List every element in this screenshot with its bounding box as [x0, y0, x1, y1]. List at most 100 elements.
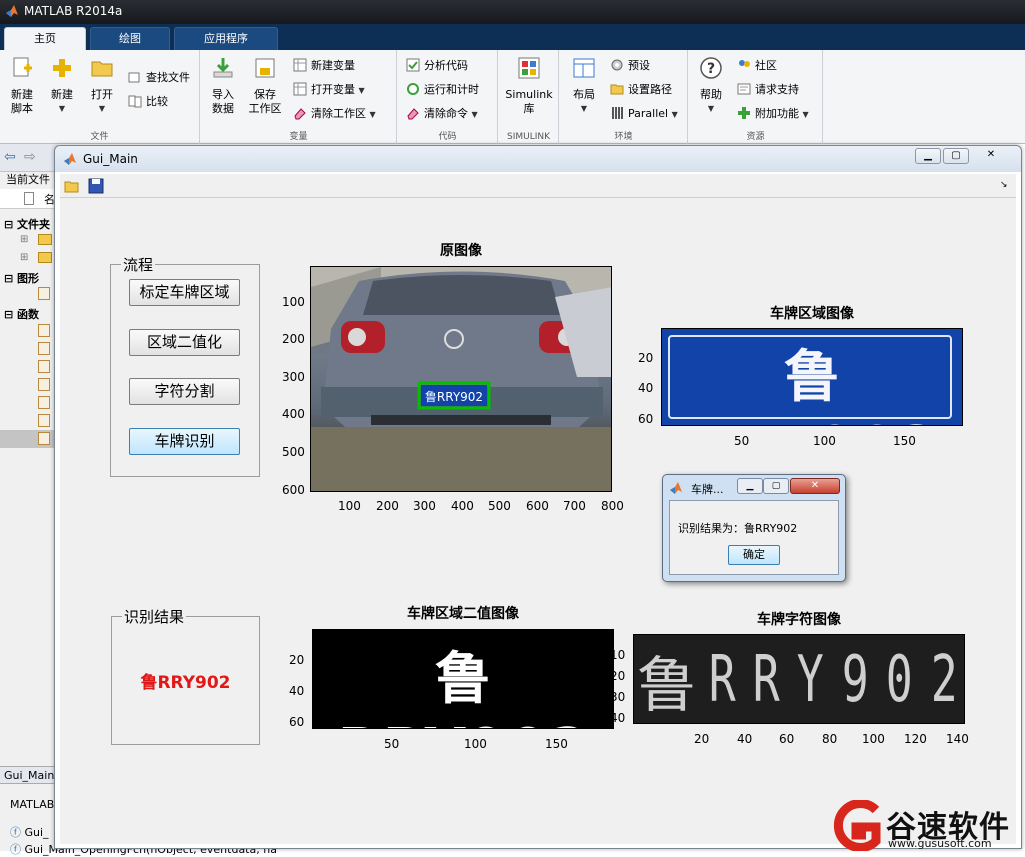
- addons-button[interactable]: 附加功能 ▼: [737, 104, 809, 124]
- gear-icon: [611, 59, 623, 71]
- m-file-icon[interactable]: [38, 378, 50, 391]
- dialog-minimize-button[interactable]: ▁: [737, 478, 763, 494]
- chevron-down-icon: ▼: [802, 110, 809, 119]
- functions-section[interactable]: ⊟ 函数: [4, 306, 39, 322]
- tab-home[interactable]: 主页: [4, 27, 86, 50]
- m-file-icon[interactable]: [38, 324, 50, 337]
- tab-plots[interactable]: 绘图: [90, 27, 170, 50]
- new-variable-button[interactable]: 新建变量: [293, 56, 355, 76]
- recognize-button[interactable]: 车牌识别: [129, 428, 240, 455]
- xtick: 60: [779, 732, 795, 746]
- community-icon: [739, 60, 750, 67]
- chars-image: 鲁 R R Y 9 0 2: [633, 634, 965, 724]
- chevron-down-icon: ▼: [369, 110, 376, 119]
- maximize-button[interactable]: ▢: [943, 148, 969, 164]
- simulink-library-button[interactable]: Simulink 库: [505, 56, 553, 116]
- group-simulink: Simulink 库 SIMULINK: [499, 50, 559, 144]
- dialog-ok-button[interactable]: 确定: [728, 545, 780, 565]
- xtick: 400: [451, 499, 474, 513]
- group-variable: 导入 数据 保存 工作区 新建变量 打开变量 ▼ 清除工作区 ▼ 变量: [201, 50, 397, 144]
- app-title: MATLAB R2014a: [24, 4, 123, 18]
- m-file-icon[interactable]: [38, 342, 50, 355]
- open-variable-label: 打开变量: [311, 83, 355, 96]
- plate-image: 鲁RRY902: [661, 328, 963, 426]
- new-button[interactable]: 新建 ▼: [42, 56, 82, 116]
- details-header: Gui_Main: [0, 766, 58, 784]
- find-files-button[interactable]: 查找文件: [128, 68, 190, 88]
- xtick: 100: [862, 732, 885, 746]
- clear-commands-button[interactable]: 清除命令 ▼: [406, 104, 478, 124]
- help-button[interactable]: ? 帮助 ▼: [691, 56, 731, 116]
- request-support-button[interactable]: 请求支持: [737, 80, 799, 100]
- matlab-logo-icon: [6, 5, 18, 17]
- clear-workspace-label: 清除工作区: [311, 107, 366, 120]
- binary-plate-text: 鲁RRY902: [338, 647, 589, 728]
- char-glyph: 2: [930, 643, 958, 717]
- binarize-button[interactable]: 区域二值化: [129, 329, 240, 356]
- group-label: 变量: [289, 132, 308, 142]
- m-file-icon[interactable]: [38, 432, 50, 445]
- folder-icon[interactable]: [38, 234, 52, 245]
- minimize-button[interactable]: ▁: [915, 148, 941, 164]
- current-folder-panel: ⇦ ⇨ 当前文件 名 ⊟ 文件夹 ⊞ ⊞ ⊟ 图形 ⊟ 函数 Gui_Main …: [0, 144, 277, 856]
- preferences-button[interactable]: 预设: [610, 56, 650, 76]
- community-button[interactable]: 社区: [737, 56, 777, 76]
- clear-workspace-button[interactable]: 清除工作区 ▼: [293, 104, 376, 124]
- run-time-label: 运行和计时: [424, 83, 479, 96]
- xtick: 500: [488, 499, 511, 513]
- new-script-button[interactable]: 新建 脚本: [2, 56, 42, 116]
- open-variable-button[interactable]: 打开变量 ▼: [293, 80, 365, 100]
- dock-arrow-icon[interactable]: ↘: [1000, 180, 1008, 190]
- chars-axes-title: 车牌字符图像: [757, 612, 841, 628]
- import-label: 导入 数据: [212, 88, 234, 115]
- open-label: 打开: [91, 88, 113, 101]
- dialog-title: 车牌...: [691, 483, 724, 496]
- plate-axes-title: 车牌区域图像: [770, 306, 854, 322]
- chevron-down-icon: ▼: [58, 104, 66, 113]
- save-icon[interactable]: [88, 178, 104, 194]
- m-file-icon[interactable]: [38, 396, 50, 409]
- segment-chars-button[interactable]: 字符分割: [129, 378, 240, 405]
- svg-text:?: ?: [707, 61, 715, 77]
- close-button[interactable]: ✕: [971, 148, 1011, 164]
- analyze-code-button[interactable]: 分析代码: [406, 56, 468, 76]
- gui-title: Gui_Main: [83, 152, 138, 166]
- open-folder-icon[interactable]: [64, 178, 80, 194]
- folder-section[interactable]: ⊟ 文件夹: [4, 216, 50, 232]
- preferences-label: 预设: [628, 59, 650, 72]
- simulink-icon: [518, 57, 540, 79]
- save-workspace-button[interactable]: 保存 工作区: [245, 56, 285, 116]
- open-button[interactable]: 打开 ▼: [82, 56, 122, 116]
- plus-icon: [53, 59, 71, 77]
- function-item[interactable]: ⓕ Gui_: [10, 824, 49, 840]
- process-panel-title: 流程: [121, 254, 156, 275]
- xtick: 100: [813, 434, 836, 448]
- char-glyph: 9: [841, 643, 869, 717]
- import-data-button[interactable]: 导入 数据: [203, 56, 243, 116]
- matlab-logo-icon: [64, 153, 76, 165]
- compare-label: 比较: [146, 95, 168, 108]
- figures-section[interactable]: ⊟ 图形: [4, 270, 39, 286]
- original-image: 鲁RRY902: [310, 266, 612, 492]
- dialog-close-button[interactable]: ✕: [790, 478, 840, 494]
- compare-button[interactable]: 比较: [128, 92, 168, 112]
- run-and-time-button[interactable]: 运行和计时: [406, 80, 479, 100]
- folder-icon[interactable]: [38, 252, 52, 263]
- locate-plate-button[interactable]: 标定车牌区域: [129, 279, 240, 306]
- set-path-button[interactable]: 设置路径: [610, 80, 672, 100]
- forward-arrow-icon[interactable]: ⇨: [24, 149, 36, 165]
- layout-button[interactable]: 布局 ▼: [564, 56, 604, 116]
- back-arrow-icon[interactable]: ⇦: [4, 149, 16, 165]
- ytick: 40: [610, 711, 626, 725]
- figures-section-label: 图形: [17, 272, 40, 285]
- dialog-maximize-button[interactable]: ▢: [763, 478, 789, 494]
- char-glyph: R: [752, 643, 780, 717]
- parallel-button[interactable]: Parallel ▼: [610, 104, 678, 124]
- tab-apps[interactable]: 应用程序: [174, 27, 278, 50]
- fig-file-icon[interactable]: [38, 287, 50, 300]
- m-file-icon[interactable]: [38, 414, 50, 427]
- m-file-icon[interactable]: [38, 360, 50, 373]
- expand-icon[interactable]: ⊞: [20, 234, 28, 245]
- expand-icon[interactable]: ⊞: [20, 252, 28, 263]
- ribbon: 新建 脚本 新建 ▼ 打开 ▼ 查找文件 比较 文件 导入 数据 保存 工作区: [0, 50, 1025, 144]
